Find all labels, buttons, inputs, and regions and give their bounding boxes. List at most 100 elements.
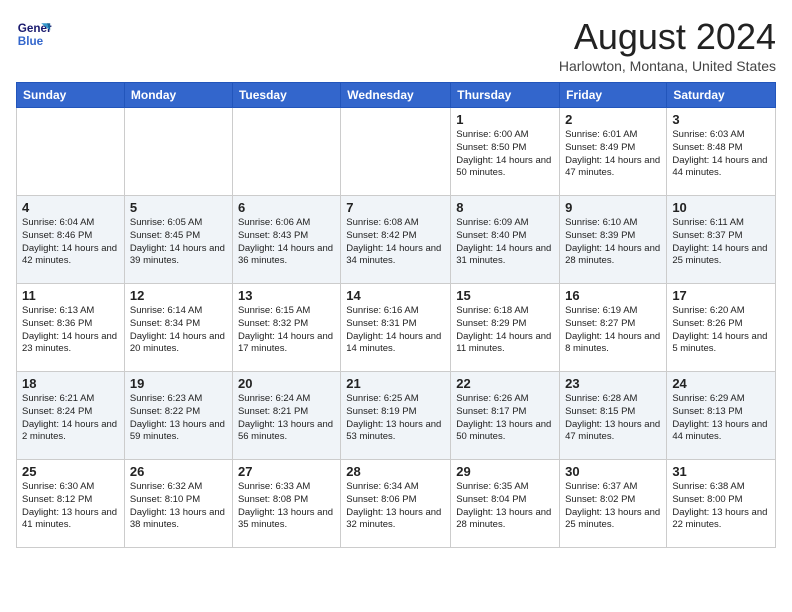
cell-info: Sunrise: 6:25 AM Sunset: 8:19 PM Dayligh… — [346, 393, 445, 444]
day-number: 29 — [456, 464, 554, 479]
cell-info: Sunrise: 6:38 AM Sunset: 8:00 PM Dayligh… — [672, 481, 770, 532]
cell-info: Sunrise: 6:11 AM Sunset: 8:37 PM Dayligh… — [672, 217, 770, 268]
day-number: 24 — [672, 376, 770, 391]
day-number: 26 — [130, 464, 227, 479]
cell-info: Sunrise: 6:35 AM Sunset: 8:04 PM Dayligh… — [456, 481, 554, 532]
calendar-cell: 21 Sunrise: 6:25 AM Sunset: 8:19 PM Dayli… — [341, 372, 451, 460]
cell-info: Sunrise: 6:29 AM Sunset: 8:13 PM Dayligh… — [672, 393, 770, 444]
day-number: 21 — [346, 376, 445, 391]
cell-info: Sunrise: 6:34 AM Sunset: 8:06 PM Dayligh… — [346, 481, 445, 532]
cell-info: Sunrise: 6:08 AM Sunset: 8:42 PM Dayligh… — [346, 217, 445, 268]
calendar-cell: 26 Sunrise: 6:32 AM Sunset: 8:10 PM Dayli… — [124, 460, 232, 548]
day-number: 13 — [238, 288, 335, 303]
cell-info: Sunrise: 6:09 AM Sunset: 8:40 PM Dayligh… — [456, 217, 554, 268]
cell-info: Sunrise: 6:20 AM Sunset: 8:26 PM Dayligh… — [672, 305, 770, 356]
day-of-week-header: Monday — [124, 83, 232, 108]
cell-info: Sunrise: 6:16 AM Sunset: 8:31 PM Dayligh… — [346, 305, 445, 356]
cell-info: Sunrise: 6:05 AM Sunset: 8:45 PM Dayligh… — [130, 217, 227, 268]
cell-info: Sunrise: 6:24 AM Sunset: 8:21 PM Dayligh… — [238, 393, 335, 444]
day-of-week-header: Thursday — [451, 83, 560, 108]
calendar-cell: 13 Sunrise: 6:15 AM Sunset: 8:32 PM Dayli… — [232, 284, 340, 372]
cell-info: Sunrise: 6:15 AM Sunset: 8:32 PM Dayligh… — [238, 305, 335, 356]
day-number: 17 — [672, 288, 770, 303]
cell-info: Sunrise: 6:32 AM Sunset: 8:10 PM Dayligh… — [130, 481, 227, 532]
logo: General Blue — [16, 16, 52, 52]
calendar-cell: 3 Sunrise: 6:03 AM Sunset: 8:48 PM Daylig… — [667, 108, 776, 196]
calendar-week-row: 11 Sunrise: 6:13 AM Sunset: 8:36 PM Dayli… — [17, 284, 776, 372]
calendar-cell — [341, 108, 451, 196]
cell-info: Sunrise: 6:14 AM Sunset: 8:34 PM Dayligh… — [130, 305, 227, 356]
calendar-cell: 27Sunrise: 6:33 AM Sunset: 8:08 PM Dayli… — [232, 460, 340, 548]
cell-info: Sunrise: 6:01 AM Sunset: 8:49 PM Dayligh… — [565, 129, 661, 180]
calendar-cell: 28 Sunrise: 6:34 AM Sunset: 8:06 PM Dayli… — [341, 460, 451, 548]
svg-text:Blue: Blue — [18, 35, 44, 48]
cell-info: Sunrise: 6:13 AM Sunset: 8:36 PM Dayligh… — [22, 305, 119, 356]
calendar-cell — [17, 108, 125, 196]
calendar-cell — [124, 108, 232, 196]
logo-icon: General Blue — [16, 16, 52, 52]
day-number: 4 — [22, 200, 119, 215]
header: General Blue August 2024 Harlowton, Mont… — [16, 16, 776, 74]
day-number: 30 — [565, 464, 661, 479]
calendar-cell: 18Sunrise: 6:21 AM Sunset: 8:24 PM Dayli… — [17, 372, 125, 460]
month-year-title: August 2024 — [559, 16, 776, 58]
calendar-cell: 1 Sunrise: 6:00 AM Sunset: 8:50 PM Daylig… — [451, 108, 560, 196]
cell-info: Sunrise: 6:30 AM Sunset: 8:12 PM Dayligh… — [22, 481, 119, 532]
calendar-cell: 2Sunrise: 6:01 AM Sunset: 8:49 PM Daylig… — [560, 108, 667, 196]
calendar-cell: 12 Sunrise: 6:14 AM Sunset: 8:34 PM Dayli… — [124, 284, 232, 372]
day-number: 5 — [130, 200, 227, 215]
cell-info: Sunrise: 6:23 AM Sunset: 8:22 PM Dayligh… — [130, 393, 227, 444]
calendar-cell — [232, 108, 340, 196]
cell-info: Sunrise: 6:37 AM Sunset: 8:02 PM Dayligh… — [565, 481, 661, 532]
calendar-week-row: 25Sunrise: 6:30 AM Sunset: 8:12 PM Dayli… — [17, 460, 776, 548]
day-number: 31 — [672, 464, 770, 479]
calendar-cell: 30 Sunrise: 6:37 AM Sunset: 8:02 PM Dayli… — [560, 460, 667, 548]
day-number: 1 — [456, 112, 554, 127]
day-number: 28 — [346, 464, 445, 479]
day-of-week-header: Tuesday — [232, 83, 340, 108]
calendar-cell: 29 Sunrise: 6:35 AM Sunset: 8:04 PM Dayli… — [451, 460, 560, 548]
cell-info: Sunrise: 6:03 AM Sunset: 8:48 PM Dayligh… — [672, 129, 770, 180]
calendar-cell: 15Sunrise: 6:18 AM Sunset: 8:29 PM Dayli… — [451, 284, 560, 372]
calendar-cell: 25Sunrise: 6:30 AM Sunset: 8:12 PM Dayli… — [17, 460, 125, 548]
day-number: 14 — [346, 288, 445, 303]
cell-info: Sunrise: 6:04 AM Sunset: 8:46 PM Dayligh… — [22, 217, 119, 268]
title-area: August 2024 Harlowton, Montana, United S… — [559, 16, 776, 74]
cell-info: Sunrise: 6:21 AM Sunset: 8:24 PM Dayligh… — [22, 393, 119, 444]
day-number: 12 — [130, 288, 227, 303]
calendar-cell: 10Sunrise: 6:11 AM Sunset: 8:37 PM Dayli… — [667, 196, 776, 284]
calendar-cell: 11 Sunrise: 6:13 AM Sunset: 8:36 PM Dayli… — [17, 284, 125, 372]
calendar-cell: 17 Sunrise: 6:20 AM Sunset: 8:26 PM Dayli… — [667, 284, 776, 372]
cell-info: Sunrise: 6:10 AM Sunset: 8:39 PM Dayligh… — [565, 217, 661, 268]
calendar-cell: 19 Sunrise: 6:23 AM Sunset: 8:22 PM Dayli… — [124, 372, 232, 460]
calendar-week-row: 18Sunrise: 6:21 AM Sunset: 8:24 PM Dayli… — [17, 372, 776, 460]
day-number: 7 — [346, 200, 445, 215]
calendar-cell: 14 Sunrise: 6:16 AM Sunset: 8:31 PM Dayli… — [341, 284, 451, 372]
day-number: 11 — [22, 288, 119, 303]
day-number: 23 — [565, 376, 661, 391]
day-number: 19 — [130, 376, 227, 391]
calendar-cell: 31 Sunrise: 6:38 AM Sunset: 8:00 PM Dayli… — [667, 460, 776, 548]
calendar-cell: 16Sunrise: 6:19 AM Sunset: 8:27 PM Dayli… — [560, 284, 667, 372]
day-of-week-header: Friday — [560, 83, 667, 108]
calendar-cell: 7 Sunrise: 6:08 AM Sunset: 8:42 PM Daylig… — [341, 196, 451, 284]
cell-info: Sunrise: 6:06 AM Sunset: 8:43 PM Dayligh… — [238, 217, 335, 268]
day-number: 9 — [565, 200, 661, 215]
calendar-cell: 23 Sunrise: 6:28 AM Sunset: 8:15 PM Dayli… — [560, 372, 667, 460]
day-number: 8 — [456, 200, 554, 215]
day-number: 20 — [238, 376, 335, 391]
cell-info: Sunrise: 6:28 AM Sunset: 8:15 PM Dayligh… — [565, 393, 661, 444]
calendar-cell: 22Sunrise: 6:26 AM Sunset: 8:17 PM Dayli… — [451, 372, 560, 460]
calendar-header-row: SundayMondayTuesdayWednesdayThursdayFrid… — [17, 83, 776, 108]
calendar-cell: 9 Sunrise: 6:10 AM Sunset: 8:39 PM Daylig… — [560, 196, 667, 284]
calendar-cell: 8 Sunrise: 6:09 AM Sunset: 8:40 PM Daylig… — [451, 196, 560, 284]
day-number: 6 — [238, 200, 335, 215]
cell-info: Sunrise: 6:18 AM Sunset: 8:29 PM Dayligh… — [456, 305, 554, 356]
day-number: 27 — [238, 464, 335, 479]
calendar-cell: 24 Sunrise: 6:29 AM Sunset: 8:13 PM Dayli… — [667, 372, 776, 460]
location-text: Harlowton, Montana, United States — [559, 58, 776, 74]
cell-info: Sunrise: 6:00 AM Sunset: 8:50 PM Dayligh… — [456, 129, 554, 180]
day-number: 3 — [672, 112, 770, 127]
day-of-week-header: Saturday — [667, 83, 776, 108]
day-number: 22 — [456, 376, 554, 391]
